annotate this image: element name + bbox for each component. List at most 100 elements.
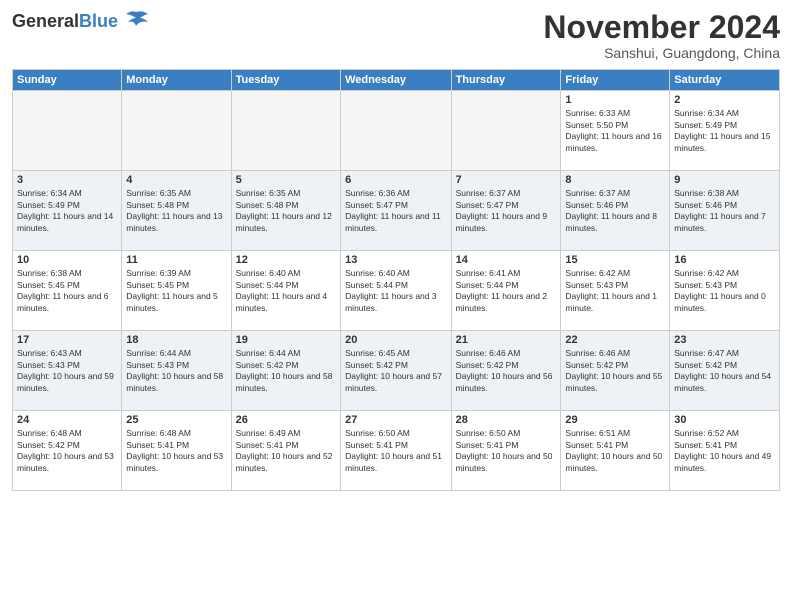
- day-number: 16: [674, 254, 775, 266]
- table-row: 1Sunrise: 6:33 AMSunset: 5:50 PMDaylight…: [561, 91, 670, 171]
- col-friday: Friday: [561, 70, 670, 91]
- day-number: 28: [456, 414, 557, 426]
- table-row: 6Sunrise: 6:36 AMSunset: 5:47 PMDaylight…: [341, 171, 451, 251]
- calendar-table: Sunday Monday Tuesday Wednesday Thursday…: [12, 69, 780, 491]
- day-info: Sunrise: 6:37 AMSunset: 5:47 PMDaylight:…: [456, 188, 548, 232]
- day-number: 10: [17, 254, 117, 266]
- day-number: 3: [17, 174, 117, 186]
- table-row: [122, 91, 231, 171]
- page-header: GeneralBlue November 2024 Sanshui, Guang…: [12, 10, 780, 61]
- table-row: [231, 91, 340, 171]
- day-info: Sunrise: 6:35 AMSunset: 5:48 PMDaylight:…: [236, 188, 332, 232]
- day-number: 24: [17, 414, 117, 426]
- day-number: 17: [17, 334, 117, 346]
- col-thursday: Thursday: [451, 70, 561, 91]
- day-info: Sunrise: 6:39 AMSunset: 5:45 PMDaylight:…: [126, 268, 218, 312]
- table-row: 15Sunrise: 6:42 AMSunset: 5:43 PMDayligh…: [561, 251, 670, 331]
- day-info: Sunrise: 6:34 AMSunset: 5:49 PMDaylight:…: [674, 108, 770, 152]
- day-number: 19: [236, 334, 336, 346]
- table-row: 17 Sunrise: 6:43 AMSunset: 5:43 PMDayligh…: [13, 331, 122, 411]
- logo-bird-icon: [122, 10, 150, 32]
- day-number: 9: [674, 174, 775, 186]
- table-row: [451, 91, 561, 171]
- table-row: 12 Sunrise: 6:40 AMSunset: 5:44 PMDayligh…: [231, 251, 340, 331]
- day-number: 12: [236, 254, 336, 266]
- day-number: 25: [126, 414, 226, 426]
- day-info: Sunrise: 6:35 AMSunset: 5:48 PMDaylight:…: [126, 188, 222, 232]
- calendar-week-row: 24Sunrise: 6:48 AMSunset: 5:42 PMDayligh…: [13, 411, 780, 491]
- table-row: [341, 91, 451, 171]
- table-row: 28 Sunrise: 6:50 AMSunset: 5:41 PMDayligh…: [451, 411, 561, 491]
- day-info: Sunrise: 6:44 AMSunset: 5:43 PMDaylight:…: [126, 348, 223, 392]
- day-number: 1: [565, 94, 665, 106]
- table-row: 16 Sunrise: 6:42 AMSunset: 5:43 PMDayligh…: [670, 251, 780, 331]
- day-number: 21: [456, 334, 557, 346]
- day-info: Sunrise: 6:42 AMSunset: 5:43 PMDaylight:…: [674, 268, 766, 312]
- logo-text: GeneralBlue: [12, 12, 118, 30]
- logo-general: General: [12, 11, 79, 31]
- table-row: 2 Sunrise: 6:34 AMSunset: 5:49 PMDaylight…: [670, 91, 780, 171]
- col-sunday: Sunday: [13, 70, 122, 91]
- table-row: 25 Sunrise: 6:48 AMSunset: 5:41 PMDayligh…: [122, 411, 231, 491]
- day-info: Sunrise: 6:51 AMSunset: 5:41 PMDaylight:…: [565, 428, 662, 472]
- day-info: Sunrise: 6:42 AMSunset: 5:43 PMDaylight:…: [565, 268, 657, 312]
- col-wednesday: Wednesday: [341, 70, 451, 91]
- logo: GeneralBlue: [12, 10, 150, 32]
- day-info: Sunrise: 6:47 AMSunset: 5:42 PMDaylight:…: [674, 348, 771, 392]
- calendar-week-row: 10 Sunrise: 6:38 AMSunset: 5:45 PMDayligh…: [13, 251, 780, 331]
- table-row: 3 Sunrise: 6:34 AMSunset: 5:49 PMDaylight…: [13, 171, 122, 251]
- day-info: Sunrise: 6:38 AMSunset: 5:46 PMDaylight:…: [674, 188, 766, 232]
- logo-blue: Blue: [79, 11, 118, 31]
- table-row: 23Sunrise: 6:47 AMSunset: 5:42 PMDayligh…: [670, 331, 780, 411]
- table-row: 27 Sunrise: 6:50 AMSunset: 5:41 PMDayligh…: [341, 411, 451, 491]
- location-text: Sanshui, Guangdong, China: [543, 45, 780, 61]
- day-info: Sunrise: 6:52 AMSunset: 5:41 PMDaylight:…: [674, 428, 771, 472]
- table-row: 24Sunrise: 6:48 AMSunset: 5:42 PMDayligh…: [13, 411, 122, 491]
- page-container: GeneralBlue November 2024 Sanshui, Guang…: [0, 0, 792, 612]
- day-info: Sunrise: 6:46 AMSunset: 5:42 PMDaylight:…: [565, 348, 662, 392]
- table-row: 8 Sunrise: 6:37 AMSunset: 5:46 PMDaylight…: [561, 171, 670, 251]
- table-row: [13, 91, 122, 171]
- day-info: Sunrise: 6:38 AMSunset: 5:45 PMDaylight:…: [17, 268, 109, 312]
- day-info: Sunrise: 6:46 AMSunset: 5:42 PMDaylight:…: [456, 348, 553, 392]
- day-info: Sunrise: 6:41 AMSunset: 5:44 PMDaylight:…: [456, 268, 548, 312]
- col-monday: Monday: [122, 70, 231, 91]
- day-number: 20: [345, 334, 446, 346]
- day-number: 30: [674, 414, 775, 426]
- day-number: 29: [565, 414, 665, 426]
- day-info: Sunrise: 6:43 AMSunset: 5:43 PMDaylight:…: [17, 348, 114, 392]
- day-info: Sunrise: 6:36 AMSunset: 5:47 PMDaylight:…: [345, 188, 441, 232]
- calendar-week-row: 1Sunrise: 6:33 AMSunset: 5:50 PMDaylight…: [13, 91, 780, 171]
- calendar-header-row: Sunday Monday Tuesday Wednesday Thursday…: [13, 70, 780, 91]
- day-info: Sunrise: 6:49 AMSunset: 5:41 PMDaylight:…: [236, 428, 333, 472]
- day-number: 2: [674, 94, 775, 106]
- day-info: Sunrise: 6:40 AMSunset: 5:44 PMDaylight:…: [345, 268, 437, 312]
- table-row: 14 Sunrise: 6:41 AMSunset: 5:44 PMDayligh…: [451, 251, 561, 331]
- day-number: 26: [236, 414, 336, 426]
- day-info: Sunrise: 6:48 AMSunset: 5:41 PMDaylight:…: [126, 428, 223, 472]
- day-number: 11: [126, 254, 226, 266]
- day-number: 4: [126, 174, 226, 186]
- day-info: Sunrise: 6:37 AMSunset: 5:46 PMDaylight:…: [565, 188, 657, 232]
- table-row: 26 Sunrise: 6:49 AMSunset: 5:41 PMDayligh…: [231, 411, 340, 491]
- day-number: 14: [456, 254, 557, 266]
- calendar-week-row: 3 Sunrise: 6:34 AMSunset: 5:49 PMDaylight…: [13, 171, 780, 251]
- table-row: 29 Sunrise: 6:51 AMSunset: 5:41 PMDayligh…: [561, 411, 670, 491]
- day-number: 27: [345, 414, 446, 426]
- day-info: Sunrise: 6:34 AMSunset: 5:49 PMDaylight:…: [17, 188, 113, 232]
- day-number: 8: [565, 174, 665, 186]
- title-block: November 2024 Sanshui, Guangdong, China: [543, 10, 780, 61]
- table-row: 22Sunrise: 6:46 AMSunset: 5:42 PMDayligh…: [561, 331, 670, 411]
- day-info: Sunrise: 6:40 AMSunset: 5:44 PMDaylight:…: [236, 268, 328, 312]
- day-info: Sunrise: 6:50 AMSunset: 5:41 PMDaylight:…: [456, 428, 553, 472]
- table-row: 11 Sunrise: 6:39 AMSunset: 5:45 PMDayligh…: [122, 251, 231, 331]
- month-title: November 2024: [543, 10, 780, 45]
- table-row: 4 Sunrise: 6:35 AMSunset: 5:48 PMDaylight…: [122, 171, 231, 251]
- day-info: Sunrise: 6:50 AMSunset: 5:41 PMDaylight:…: [345, 428, 442, 472]
- table-row: 10 Sunrise: 6:38 AMSunset: 5:45 PMDayligh…: [13, 251, 122, 331]
- table-row: 13Sunrise: 6:40 AMSunset: 5:44 PMDayligh…: [341, 251, 451, 331]
- col-saturday: Saturday: [670, 70, 780, 91]
- day-info: Sunrise: 6:45 AMSunset: 5:42 PMDaylight:…: [345, 348, 442, 392]
- table-row: 18Sunrise: 6:44 AMSunset: 5:43 PMDayligh…: [122, 331, 231, 411]
- table-row: 9 Sunrise: 6:38 AMSunset: 5:46 PMDaylight…: [670, 171, 780, 251]
